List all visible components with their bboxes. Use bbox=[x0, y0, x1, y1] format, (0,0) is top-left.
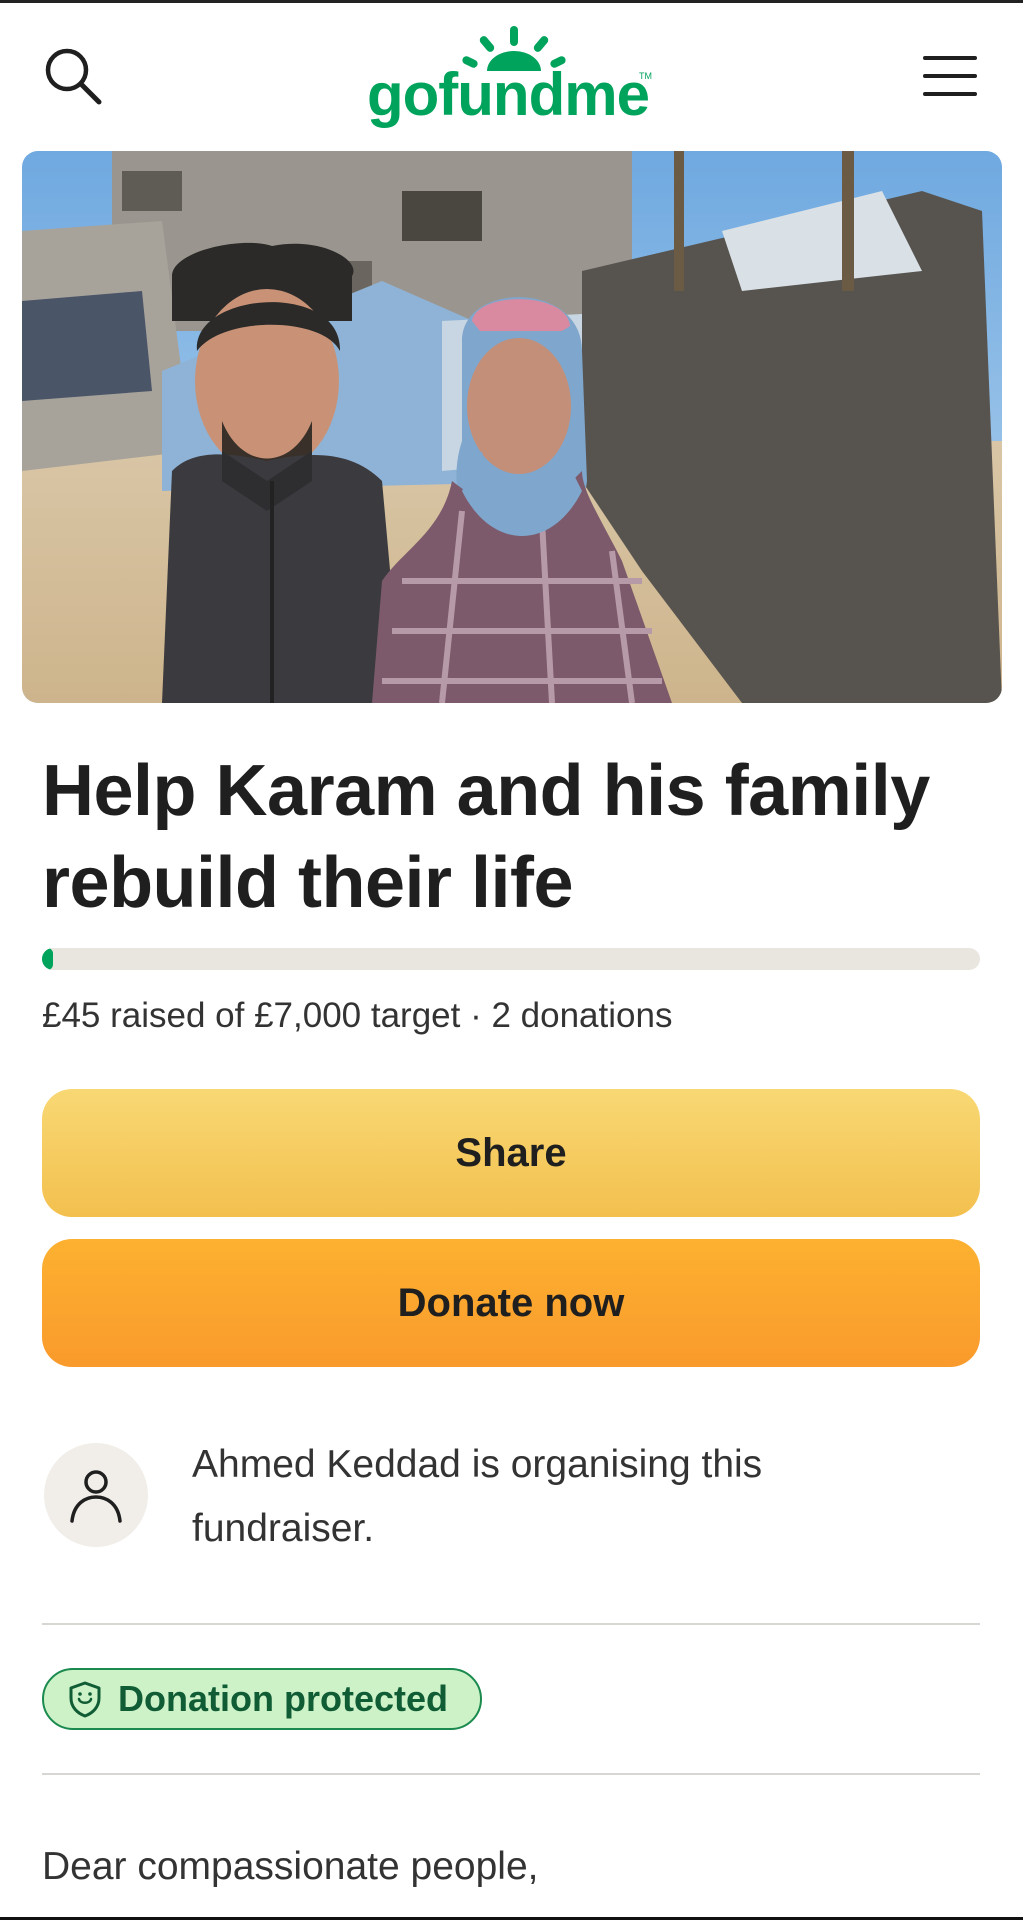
svg-text:TM: TM bbox=[639, 71, 652, 81]
story-opening: Dear compassionate people, bbox=[42, 1845, 539, 1888]
progress-bar bbox=[42, 948, 980, 970]
search-button[interactable] bbox=[38, 41, 108, 111]
top-header: gofundme TM bbox=[0, 3, 1023, 148]
divider bbox=[42, 1623, 980, 1625]
share-button[interactable]: Share bbox=[42, 1089, 980, 1217]
menu-button[interactable] bbox=[912, 41, 987, 111]
gofundme-logo[interactable]: gofundme TM bbox=[365, 23, 665, 133]
organiser-text: Ahmed Keddad is organising this fundrais… bbox=[192, 1443, 763, 1550]
search-icon bbox=[45, 48, 102, 105]
donation-protected-badge[interactable]: Donation protected bbox=[42, 1668, 482, 1730]
progress-bar-fill bbox=[42, 948, 53, 970]
fundraiser-page: gofundme TM Help Karam and his family re… bbox=[0, 0, 1023, 1920]
svg-text:gofundme: gofundme bbox=[367, 61, 649, 128]
hamburger-menu-icon bbox=[922, 56, 977, 96]
organiser-section: Ahmed Keddad is organising this fundrais… bbox=[42, 1433, 982, 1563]
campaign-photo[interactable] bbox=[22, 151, 1002, 703]
donation-protected-label: Donation protected bbox=[118, 1678, 448, 1719]
campaign-title: Help Karam and his family rebuild their … bbox=[42, 751, 930, 923]
person-icon bbox=[70, 1470, 122, 1523]
donate-now-button[interactable]: Donate now bbox=[42, 1239, 980, 1367]
divider bbox=[42, 1773, 980, 1775]
avatar[interactable] bbox=[44, 1443, 148, 1547]
raised-summary: £45 raised of £7,000 target · 2 donation… bbox=[42, 996, 673, 1035]
shield-icon bbox=[69, 1681, 101, 1718]
